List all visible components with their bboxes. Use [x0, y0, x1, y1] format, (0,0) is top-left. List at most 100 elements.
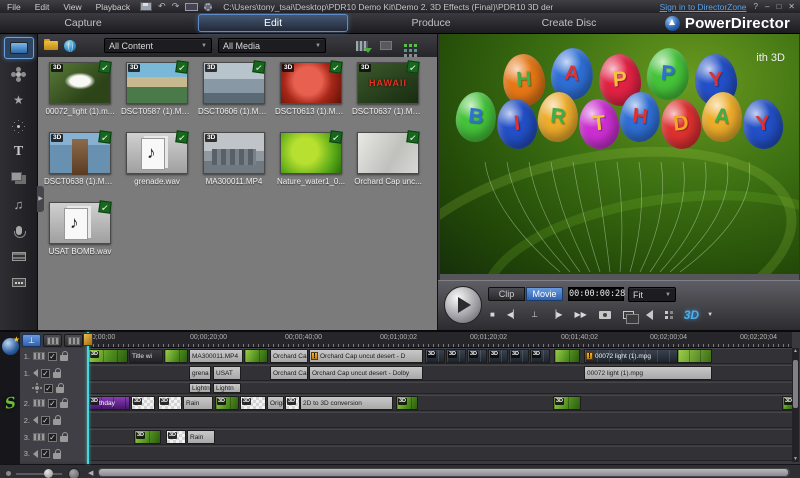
download-media-icon[interactable]	[64, 40, 76, 52]
timeline-clip[interactable]: Lightn	[213, 383, 241, 393]
timeline-clip[interactable]: 00072 light (1).mpg	[584, 366, 712, 380]
content-filter-dropdown[interactable]: All Content ▼	[104, 38, 212, 53]
timeline-clip[interactable]: 3D	[509, 349, 529, 363]
redo-icon[interactable]: ↷	[172, 2, 180, 11]
library-item[interactable]: ✓Nature_water1_0...	[275, 130, 347, 200]
directorzone-upload-icon[interactable]	[380, 41, 392, 50]
storyboard-view-button[interactable]	[64, 334, 83, 347]
media-thumbnail[interactable]: 3D✓	[49, 62, 111, 104]
track-enable-checkbox[interactable]: ✓	[41, 416, 50, 425]
media-thumbnail[interactable]: 3D✓	[280, 62, 342, 104]
timeline-clip[interactable]: Origi	[267, 396, 284, 410]
timeline-vertical-scrollbar[interactable]: ▲ ▼	[792, 348, 799, 462]
playhead[interactable]	[87, 332, 89, 464]
timeline-clip[interactable]: 3D	[215, 396, 239, 410]
menu-view[interactable]: View	[56, 2, 88, 12]
sidebar-item-effect-room[interactable]	[4, 63, 34, 85]
track-enable-checkbox[interactable]: ✓	[41, 449, 50, 458]
menu-edit[interactable]: Edit	[28, 2, 57, 12]
timeline-clip[interactable]: 3D	[446, 349, 466, 363]
seek-button[interactable]: ⊥	[531, 307, 538, 323]
scroll-up-icon[interactable]: ▲	[792, 348, 799, 354]
timeline-clip[interactable]: 3D	[158, 396, 182, 410]
track-manager-button[interactable]: ⊥	[22, 334, 41, 347]
play-button[interactable]	[444, 286, 482, 324]
timeline-clip[interactable]	[554, 349, 580, 363]
timeline-track-audio3[interactable]	[88, 446, 792, 461]
directorzone-download-icon[interactable]	[356, 41, 368, 51]
timeline-view-button[interactable]	[43, 334, 62, 347]
timeline-clip[interactable]: 3D	[467, 349, 487, 363]
timeline-clip[interactable]: 3D	[553, 396, 581, 410]
track-lock-icon[interactable]	[53, 453, 61, 459]
timeline-clip[interactable]: Lightni	[189, 383, 211, 393]
tab-produce[interactable]: Produce	[376, 15, 486, 31]
media-thumbnail[interactable]: 3D	[203, 132, 265, 174]
menu-file[interactable]: File	[0, 2, 28, 12]
media-filter-dropdown[interactable]: All Media ▼	[218, 38, 326, 53]
library-item[interactable]: 3D✓DSCT0587 (1).MPO	[121, 60, 193, 130]
timeline-clip[interactable]: Birthday3D	[88, 396, 130, 410]
timeline-clip[interactable]: USAT	[213, 366, 241, 380]
track-enable-checkbox[interactable]: ✓	[48, 399, 57, 408]
track-enable-checkbox[interactable]: ✓	[41, 369, 50, 378]
timeline-clip[interactable]	[164, 349, 188, 363]
stop-button[interactable]: ■	[490, 307, 495, 323]
track-lock-icon[interactable]	[53, 372, 61, 378]
display-mode-icon[interactable]	[185, 3, 198, 11]
timeline-clip[interactable]: grena	[189, 366, 211, 380]
media-thumbnail[interactable]: 3D✓	[203, 62, 265, 104]
library-menu-icon[interactable]	[404, 44, 407, 47]
movie-mode-button[interactable]: Movie	[526, 287, 563, 301]
library-item[interactable]: 3D✓DSCT0606 (1).MPO	[198, 60, 270, 130]
timeline-clip[interactable]: Orchard Cap	[270, 366, 308, 380]
scroll-left-icon[interactable]: ◀	[88, 469, 93, 477]
close-button[interactable]: ✕	[788, 2, 795, 11]
sidebar-item-pip-objects-room[interactable]: ★	[4, 89, 34, 111]
timecode-display[interactable]: 00:00:00:28	[568, 287, 624, 301]
undo-icon[interactable]: ↶	[158, 2, 166, 11]
timeline-zoom-slider[interactable]	[16, 473, 62, 475]
sidebar-item-transition-room[interactable]	[4, 167, 34, 189]
sidebar-item-particle-room[interactable]	[4, 115, 34, 137]
previous-frame-button[interactable]: ◀▏	[507, 307, 519, 323]
tab-create-disc[interactable]: Create Disc	[514, 15, 624, 31]
3d-orbit-icon[interactable]	[2, 338, 19, 355]
timeline-track-video1[interactable]: 3DTitle wiMA300011.MP4Orchard Cap!Orchar…	[88, 348, 792, 364]
snapshot-camera-icon[interactable]	[599, 311, 611, 319]
timeline-track-audio2[interactable]	[88, 412, 792, 428]
3d-mode-button[interactable]: 3D	[684, 308, 699, 322]
timeline-clip[interactable]	[244, 349, 268, 363]
timeline-track-video3[interactable]: 3D3DRain	[88, 429, 792, 445]
library-item[interactable]: HAWAII3D✓DSCT0637 (1).MPO	[352, 60, 424, 130]
sidebar-item-subtitle-room[interactable]	[4, 271, 34, 293]
settings-gear-icon[interactable]	[204, 3, 212, 11]
sidebar-collapse-handle[interactable]: ▶	[37, 186, 44, 212]
timeline-clip[interactable]: !Orchard Cap uncut desert - D	[309, 349, 423, 363]
timeline-track-audio1[interactable]: grenaUSATOrchard CapOrchard Cap uncut de…	[88, 365, 792, 381]
library-item[interactable]: ✓USAT BOMB.wav	[44, 200, 116, 270]
timeline-clip[interactable]: 3D	[488, 349, 508, 363]
library-item[interactable]: 3D✓00072_light (1).m...	[44, 60, 116, 130]
timeline-clip[interactable]: 3D	[240, 396, 266, 410]
timeline-clip[interactable]: 3D	[88, 349, 128, 363]
zoom-fit-button[interactable]	[68, 468, 80, 478]
speaker-icon[interactable]	[646, 310, 653, 320]
dual-preview-icon[interactable]	[623, 311, 634, 319]
library-item[interactable]: ✓grenade.wav	[121, 130, 193, 200]
menu-playback[interactable]: Playback	[89, 2, 138, 12]
track-lock-icon[interactable]	[60, 436, 68, 442]
media-thumbnail[interactable]: ✓	[126, 132, 188, 174]
timeline-clip[interactable]: 3D	[285, 396, 300, 410]
timeline-track-video2[interactable]: Birthday3D3D3DRain3D3DOrigi3D2D to 3D co…	[88, 395, 792, 411]
sidebar-item-title-room[interactable]: T	[4, 141, 34, 163]
timeline-clip[interactable]: 3D	[530, 349, 550, 363]
timeline-clip[interactable]: Title wi	[129, 349, 163, 363]
3d-dropdown-arrow[interactable]: ▼	[707, 307, 713, 323]
library-item[interactable]: 3D✓DSCT0638 (1).MPO	[44, 130, 116, 200]
timeline-clip[interactable]: 3D	[396, 396, 418, 410]
sidebar-item-media-room[interactable]	[4, 37, 34, 59]
media-thumbnail[interactable]: 3D✓	[126, 62, 188, 104]
sidebar-item-chapter-room[interactable]	[4, 245, 34, 267]
library-item[interactable]: ✓Orchard Cap unc...	[352, 130, 424, 200]
